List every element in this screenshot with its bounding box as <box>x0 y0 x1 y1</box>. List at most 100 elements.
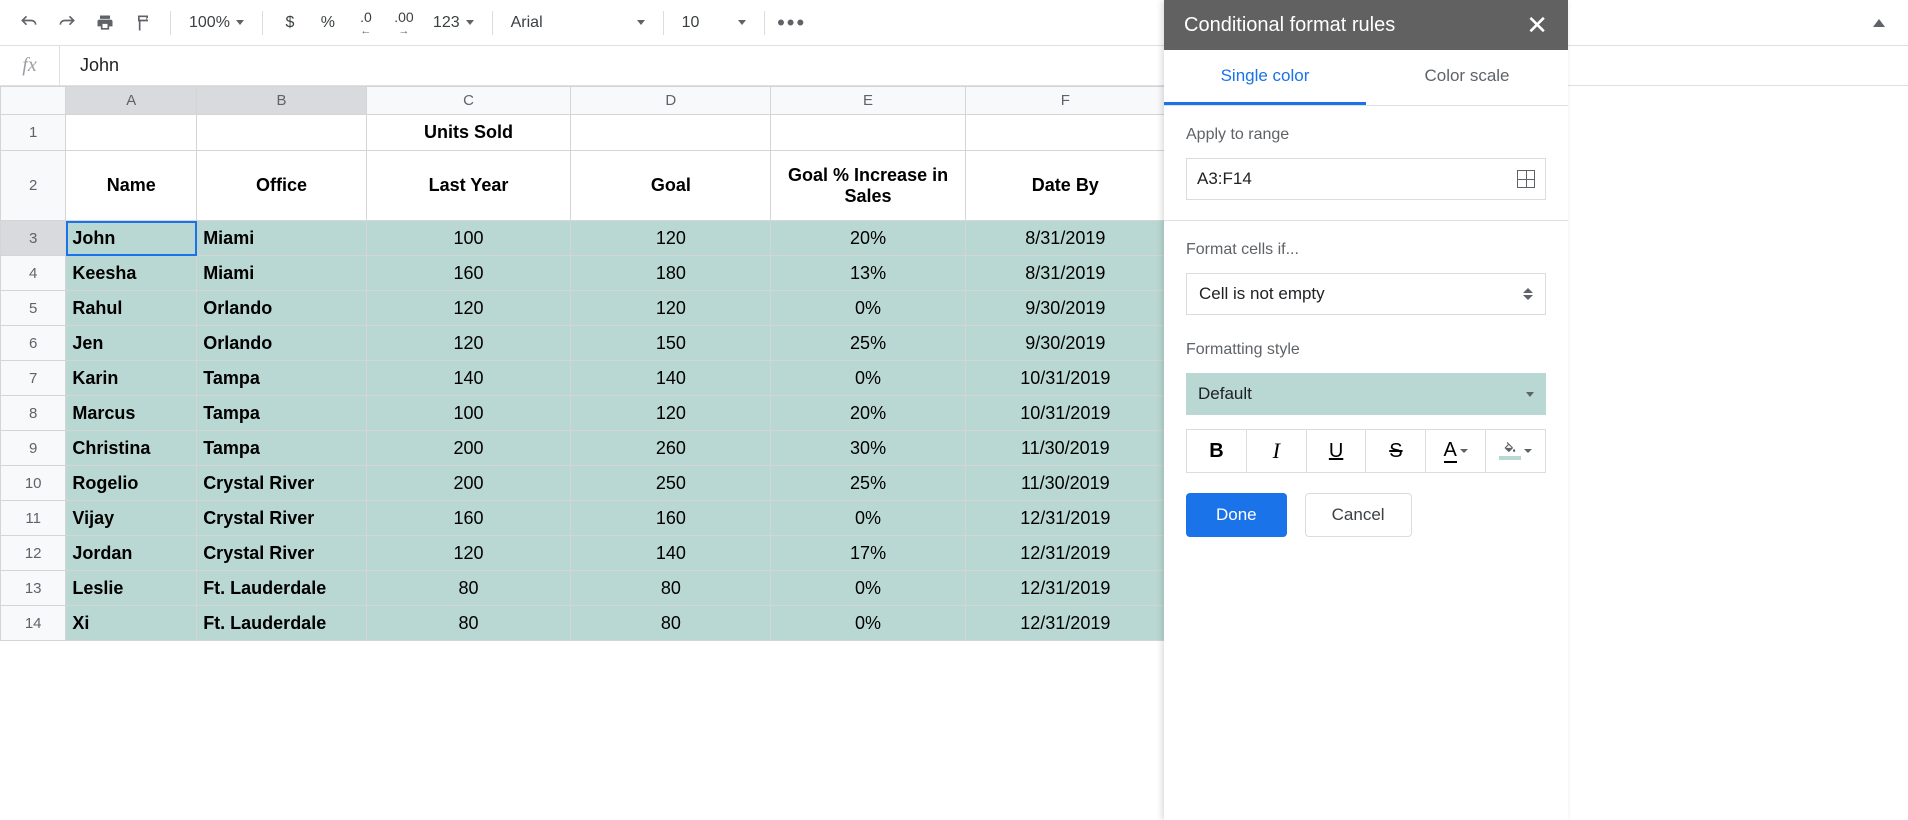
cell-d9[interactable]: 260 <box>571 431 771 466</box>
col-header-d[interactable]: D <box>571 87 771 115</box>
cell-c14[interactable]: 80 <box>366 606 570 641</box>
cell-f4[interactable]: 8/31/2019 <box>965 256 1165 291</box>
cell-c1[interactable]: Units Sold <box>366 115 570 151</box>
close-panel-button[interactable]: ✕ <box>1526 10 1548 41</box>
select-range-icon[interactable] <box>1517 170 1535 188</box>
cell-f14[interactable]: 12/31/2019 <box>965 606 1165 641</box>
bold-button[interactable]: B <box>1186 429 1247 473</box>
strikethrough-button[interactable]: S <box>1366 429 1426 473</box>
cell-d8[interactable]: 120 <box>571 396 771 431</box>
formula-input[interactable]: John <box>60 55 139 76</box>
cell-a5[interactable]: Rahul <box>66 291 197 326</box>
cell-e4[interactable]: 13% <box>771 256 965 291</box>
cell-a7[interactable]: Karin <box>66 361 197 396</box>
row-header-5[interactable]: 5 <box>1 291 66 326</box>
row-header-1[interactable]: 1 <box>1 115 66 151</box>
cell-c3[interactable]: 100 <box>366 221 570 256</box>
cell-c6[interactable]: 120 <box>366 326 570 361</box>
cell-c8[interactable]: 100 <box>366 396 570 431</box>
cell-d11[interactable]: 160 <box>571 501 771 536</box>
collapse-toolbar-button[interactable] <box>1862 6 1896 40</box>
paint-format-button[interactable] <box>126 6 160 40</box>
cell-a13[interactable]: Leslie <box>66 571 197 606</box>
cell-a9[interactable]: Christina <box>66 431 197 466</box>
row-header-9[interactable]: 9 <box>1 431 66 466</box>
cell-f8[interactable]: 10/31/2019 <box>965 396 1165 431</box>
range-input[interactable]: A3:F14 <box>1186 158 1546 200</box>
fill-color-button[interactable] <box>1486 429 1546 473</box>
cell-d14[interactable]: 80 <box>571 606 771 641</box>
cell-b8[interactable]: Tampa <box>197 396 367 431</box>
cell-a6[interactable]: Jen <box>66 326 197 361</box>
row-header-12[interactable]: 12 <box>1 536 66 571</box>
col-header-b[interactable]: B <box>197 87 367 115</box>
cancel-button[interactable]: Cancel <box>1305 493 1412 537</box>
cell-b7[interactable]: Tampa <box>197 361 367 396</box>
col-header-a[interactable]: A <box>66 87 197 115</box>
decrease-decimal-button[interactable]: .0 ← <box>349 6 383 40</box>
number-format-dropdown[interactable]: 123 <box>425 6 482 40</box>
row-header-7[interactable]: 7 <box>1 361 66 396</box>
col-header-e[interactable]: E <box>771 87 965 115</box>
cell-a11[interactable]: Vijay <box>66 501 197 536</box>
cell-d3[interactable]: 120 <box>571 221 771 256</box>
currency-button[interactable]: $ <box>273 6 307 40</box>
cell-c7[interactable]: 140 <box>366 361 570 396</box>
font-dropdown[interactable]: Arial <box>503 6 653 40</box>
cell-f6[interactable]: 9/30/2019 <box>965 326 1165 361</box>
row-header-8[interactable]: 8 <box>1 396 66 431</box>
cell-c5[interactable]: 120 <box>366 291 570 326</box>
select-all-corner[interactable] <box>1 87 66 115</box>
cell-d2[interactable]: Goal <box>571 151 771 221</box>
col-header-c[interactable]: C <box>366 87 570 115</box>
cell-e14[interactable]: 0% <box>771 606 965 641</box>
cell-e9[interactable]: 30% <box>771 431 965 466</box>
cell-b3[interactable]: Miami <box>197 221 367 256</box>
cell-c13[interactable]: 80 <box>366 571 570 606</box>
cell-d1[interactable] <box>571 115 771 151</box>
cell-b1[interactable] <box>197 115 367 151</box>
cell-b12[interactable]: Crystal River <box>197 536 367 571</box>
col-header-f[interactable]: F <box>965 87 1165 115</box>
row-header-13[interactable]: 13 <box>1 571 66 606</box>
cell-b13[interactable]: Ft. Lauderdale <box>197 571 367 606</box>
undo-button[interactable] <box>12 6 46 40</box>
cell-f1[interactable] <box>965 115 1165 151</box>
cell-f12[interactable]: 12/31/2019 <box>965 536 1165 571</box>
zoom-dropdown[interactable]: 100% <box>181 6 252 40</box>
cell-c12[interactable]: 120 <box>366 536 570 571</box>
cell-e6[interactable]: 25% <box>771 326 965 361</box>
cell-c4[interactable]: 160 <box>366 256 570 291</box>
text-color-button[interactable]: A <box>1426 429 1486 473</box>
cell-e2[interactable]: Goal % Increase in Sales <box>771 151 965 221</box>
cell-d10[interactable]: 250 <box>571 466 771 501</box>
cell-d6[interactable]: 150 <box>571 326 771 361</box>
row-header-6[interactable]: 6 <box>1 326 66 361</box>
cell-d13[interactable]: 80 <box>571 571 771 606</box>
cell-d7[interactable]: 140 <box>571 361 771 396</box>
cell-a12[interactable]: Jordan <box>66 536 197 571</box>
row-header-11[interactable]: 11 <box>1 501 66 536</box>
row-header-3[interactable]: 3 <box>1 221 66 256</box>
cell-b11[interactable]: Crystal River <box>197 501 367 536</box>
cell-b2[interactable]: Office <box>197 151 367 221</box>
fontsize-dropdown[interactable]: 10 <box>674 6 754 40</box>
cell-a3[interactable]: John <box>66 221 197 256</box>
condition-select[interactable]: Cell is not empty <box>1186 273 1546 315</box>
cell-f13[interactable]: 12/31/2019 <box>965 571 1165 606</box>
increase-decimal-button[interactable]: .00 → <box>387 6 421 40</box>
cell-e8[interactable]: 20% <box>771 396 965 431</box>
cell-b14[interactable]: Ft. Lauderdale <box>197 606 367 641</box>
cell-b5[interactable]: Orlando <box>197 291 367 326</box>
cell-a2[interactable]: Name <box>66 151 197 221</box>
cell-b4[interactable]: Miami <box>197 256 367 291</box>
cell-f5[interactable]: 9/30/2019 <box>965 291 1165 326</box>
cell-c11[interactable]: 160 <box>366 501 570 536</box>
tab-color-scale[interactable]: Color scale <box>1366 50 1568 105</box>
cell-a1[interactable] <box>66 115 197 151</box>
cell-e13[interactable]: 0% <box>771 571 965 606</box>
cell-e11[interactable]: 0% <box>771 501 965 536</box>
cell-f3[interactable]: 8/31/2019 <box>965 221 1165 256</box>
cell-b9[interactable]: Tampa <box>197 431 367 466</box>
cell-c9[interactable]: 200 <box>366 431 570 466</box>
